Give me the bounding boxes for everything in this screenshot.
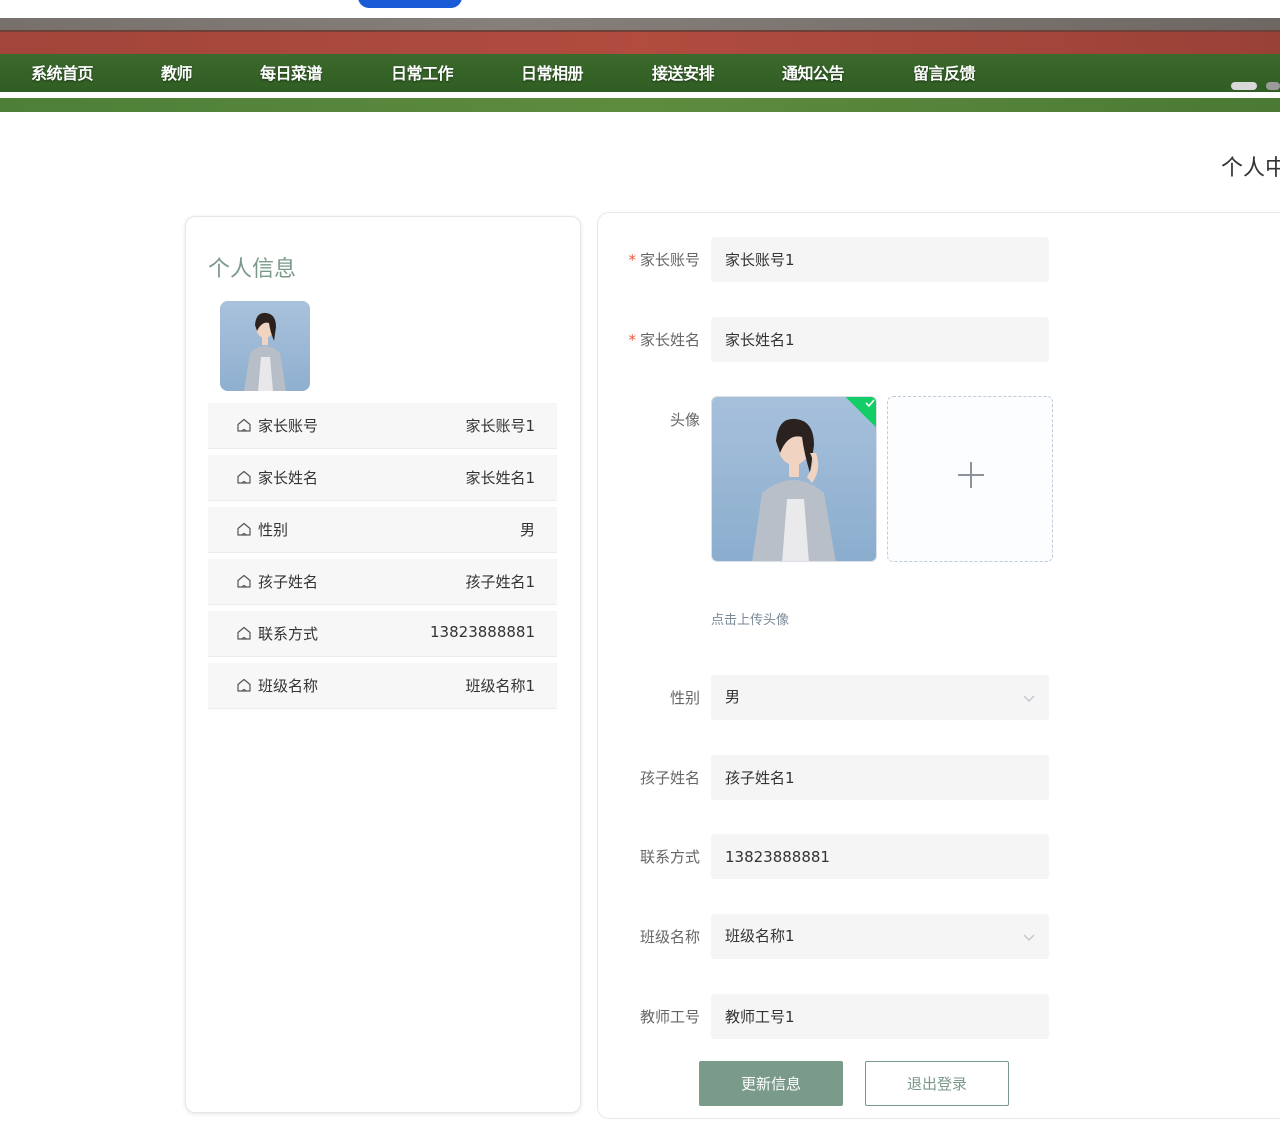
avatar-label: 头像: [669, 411, 700, 429]
nav-item-daily-work[interactable]: 日常工作: [391, 60, 454, 88]
required-mark: *: [628, 251, 636, 269]
info-value: 家长账号1: [465, 417, 535, 435]
house-icon: [237, 418, 251, 432]
avatar-upload-button[interactable]: [887, 396, 1053, 562]
nav-item-pickup[interactable]: 接送安排: [652, 60, 715, 88]
info-row-child: 孩子姓名 孩子姓名1: [208, 559, 557, 605]
teacher-label: 教师工号: [639, 1008, 700, 1026]
page-title: 个人中: [1221, 156, 1280, 181]
info-value: 家长姓名1: [465, 469, 535, 487]
house-icon: [237, 678, 251, 692]
phone-input[interactable]: [711, 834, 1049, 879]
banner-field-lower: [0, 98, 1280, 112]
gender-select[interactable]: 男: [711, 675, 1049, 720]
class-selected-value: 班级名称1: [725, 927, 795, 945]
name-input[interactable]: [711, 317, 1049, 362]
info-label: 孩子姓名: [258, 573, 319, 591]
child-name-input[interactable]: [711, 755, 1049, 800]
child-label: 孩子姓名: [639, 769, 700, 787]
info-label: 家长姓名: [258, 469, 319, 487]
class-label: 班级名称: [639, 928, 700, 946]
teacher-id-input[interactable]: [711, 994, 1049, 1039]
header-banner: 系统首页 教师 每日菜谱 日常工作 日常相册 接送安排 通知公告 留言反馈: [0, 18, 1280, 112]
profile-info-list: 家长账号 家长账号1 家长姓名 家长姓名1 性别 男 孩子姓名 孩子姓名1 联系…: [208, 403, 557, 715]
info-value: 13823888881: [430, 623, 535, 641]
info-value: 男: [519, 521, 535, 539]
portrait-photo-icon: [220, 301, 310, 391]
phone-label: 联系方式: [639, 848, 700, 866]
plus-icon: [958, 462, 984, 488]
required-mark: *: [628, 331, 636, 349]
nav-item-home[interactable]: 系统首页: [31, 60, 94, 88]
house-icon: [237, 522, 251, 536]
profile-card: 个人信息 家长账号 家长账号1 家长姓名 家长姓名1 性别 男 孩子姓名 孩子姓…: [185, 216, 581, 1113]
nav-item-album[interactable]: 日常相册: [521, 60, 584, 88]
portrait-photo-icon: [712, 397, 876, 561]
info-row-phone: 联系方式 13823888881: [208, 611, 557, 657]
account-label: * 家长账号: [628, 251, 700, 269]
info-label: 班级名称: [258, 677, 319, 695]
info-row-gender: 性别 男: [208, 507, 557, 553]
top-strip: [0, 0, 1280, 18]
banner-track-lane: [0, 32, 1280, 54]
house-icon: [237, 470, 251, 484]
uploaded-avatar[interactable]: [711, 396, 877, 562]
house-icon: [237, 574, 251, 588]
info-label: 联系方式: [258, 625, 319, 643]
gender-selected-value: 男: [725, 688, 741, 706]
info-value: 孩子姓名1: [465, 573, 535, 591]
check-icon: [865, 399, 875, 408]
info-label: 家长账号: [258, 417, 319, 435]
info-label: 性别: [258, 521, 289, 539]
info-row-name: 家长姓名 家长姓名1: [208, 455, 557, 501]
nav-item-teacher[interactable]: 教师: [161, 60, 193, 88]
nav-item-feedback[interactable]: 留言反馈: [913, 60, 976, 88]
nav-item-menu[interactable]: 每日菜谱: [260, 60, 323, 88]
info-row-account: 家长账号 家长账号1: [208, 403, 557, 449]
update-info-button[interactable]: 更新信息: [699, 1061, 843, 1106]
name-label: * 家长姓名: [628, 331, 700, 349]
banner-track-top: [0, 18, 1280, 30]
avatar-upload-tip: 点击上传头像: [711, 613, 790, 628]
info-row-class: 班级名称 班级名称1: [208, 663, 557, 709]
profile-form-card: *家长账号 *家长姓名 头像: [597, 212, 1280, 1119]
chevron-down-icon: [1023, 695, 1035, 702]
logout-button[interactable]: 退出登录: [865, 1061, 1009, 1106]
chevron-down-icon: [1023, 934, 1035, 941]
house-icon: [237, 626, 251, 640]
profile-avatar: [220, 301, 310, 391]
info-value: 班级名称1: [465, 677, 535, 695]
class-select[interactable]: 班级名称1: [711, 914, 1049, 959]
main-nav: 系统首页 教师 每日菜谱 日常工作 日常相册 接送安排 通知公告 留言反馈: [0, 60, 1280, 88]
top-pill-button[interactable]: [358, 0, 462, 8]
gender-label: 性别: [669, 689, 700, 707]
nav-item-notice[interactable]: 通知公告: [782, 60, 845, 88]
account-input[interactable]: [711, 237, 1049, 282]
profile-title: 个人信息: [208, 257, 297, 282]
